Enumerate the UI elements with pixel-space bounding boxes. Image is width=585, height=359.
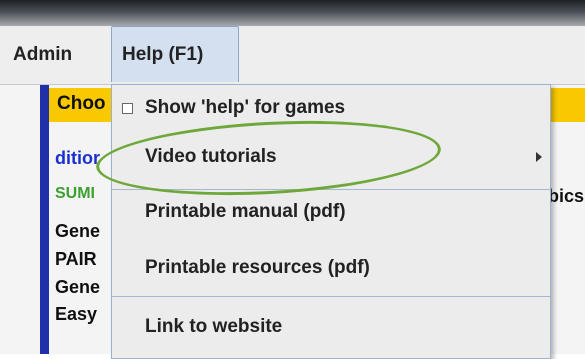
background-list-item[interactable]: Gene xyxy=(55,277,100,298)
background-list-item[interactable]: PAIR xyxy=(55,249,97,270)
menu-item-link-to-website[interactable]: Link to website xyxy=(112,312,550,342)
menu-separator xyxy=(112,189,550,190)
menu-item-show-help[interactable]: Show 'help' for games xyxy=(112,93,550,123)
submenu-arrow-icon xyxy=(536,152,542,162)
window-titlebar xyxy=(0,0,585,26)
menu-help[interactable]: Help (F1) xyxy=(111,26,239,82)
menu-item-printable-manual[interactable]: Printable manual (pdf) xyxy=(112,197,550,227)
menu-item-printable-resources[interactable]: Printable resources (pdf) xyxy=(112,253,550,283)
left-accent-bar xyxy=(40,85,49,354)
menu-item-video-tutorials[interactable]: Video tutorials xyxy=(112,142,550,172)
menu-separator xyxy=(112,296,550,297)
menu-item-label: Printable resources (pdf) xyxy=(145,257,370,278)
background-right-text: bics xyxy=(548,186,585,206)
menubar: Admin Help (F1) xyxy=(0,26,585,85)
choose-header-text: Choo xyxy=(57,93,106,114)
menu-item-label: Show 'help' for games xyxy=(145,97,346,118)
background-list-item[interactable]: SUMI xyxy=(55,185,95,203)
menu-item-label: Video tutorials xyxy=(145,146,277,167)
menu-item-label: Printable manual (pdf) xyxy=(145,201,346,222)
background-list-item[interactable]: Gene xyxy=(55,221,100,242)
background-list-item[interactable]: ditior xyxy=(55,148,100,169)
help-dropdown-menu: Show 'help' for games Video tutorials Pr… xyxy=(111,84,551,359)
menu-item-label: Link to website xyxy=(145,316,283,337)
checkbox-icon[interactable] xyxy=(122,103,133,114)
menu-admin[interactable]: Admin xyxy=(13,26,113,84)
background-list-item[interactable]: Easy xyxy=(55,304,97,325)
